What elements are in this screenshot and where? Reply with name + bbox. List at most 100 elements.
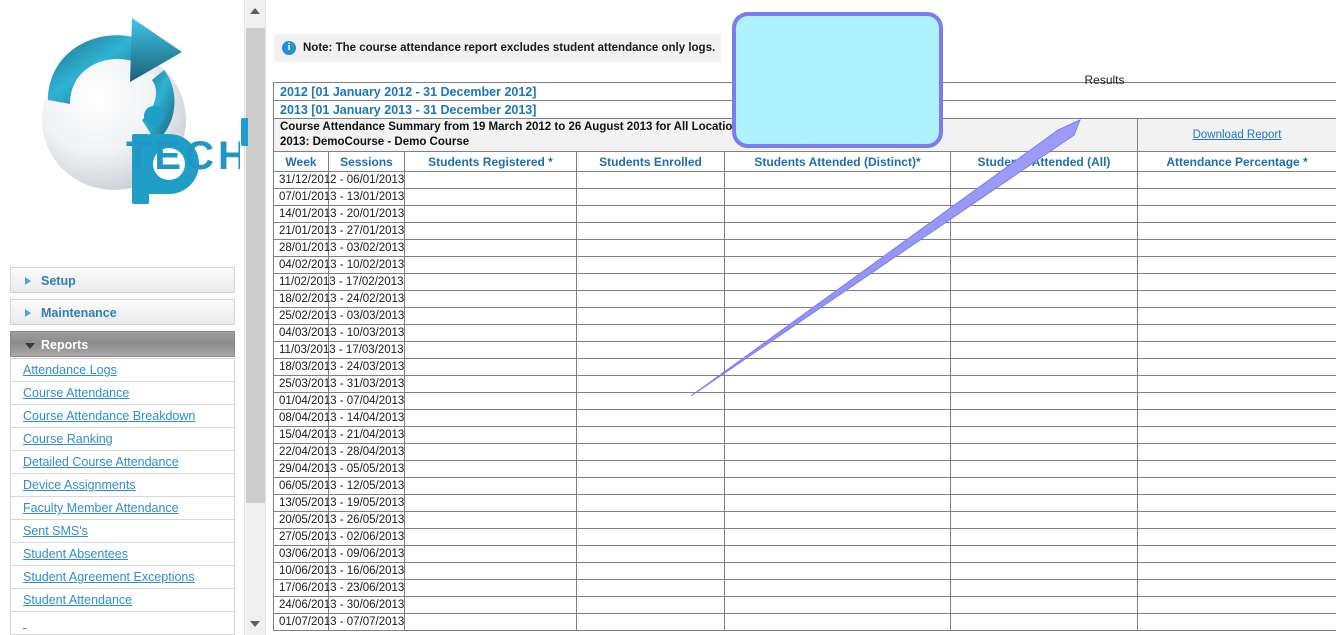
sidebar-item-partial[interactable]	[11, 612, 234, 635]
sidebar-item-student-agreement-exceptions[interactable]: Student Agreement Exceptions	[11, 566, 234, 589]
table-row[interactable]: 29/04/2013 - 05/05/2013	[273, 460, 1336, 478]
column-header-students-attended-distinct: Students Attended (Distinct)*	[724, 151, 951, 172]
cell-students-attended-all	[950, 562, 1138, 580]
cell-students-attended-distinct	[724, 273, 951, 291]
table-row[interactable]: 24/06/2013 - 30/06/2013	[273, 596, 1336, 614]
cell-students-attended-all	[950, 375, 1138, 393]
app-root: TECH Setup Maintenance Reports Attendanc…	[0, 0, 1336, 635]
cell-students-registered	[404, 562, 577, 580]
scroll-up-button[interactable]	[245, 0, 266, 22]
table-row[interactable]: 31/12/2012 - 06/01/2013	[273, 171, 1336, 189]
table-row[interactable]: 21/01/2013 - 27/01/2013	[273, 222, 1336, 240]
table-row[interactable]: 01/04/2013 - 07/04/2013	[273, 392, 1336, 410]
cell-week: 13/05/2013 - 19/05/2013	[273, 494, 404, 512]
cell-students-attended-distinct	[724, 358, 951, 376]
table-row[interactable]: 04/03/2013 - 10/03/2013	[273, 324, 1336, 342]
sidebar-item-detailed-course-attendance[interactable]: Detailed Course Attendance	[11, 451, 234, 474]
sidebar-item-course-attendance[interactable]: Course Attendance	[11, 382, 234, 405]
cell-week: 14/01/2013 - 20/01/2013	[273, 205, 404, 223]
ip-tech-logo: TECH	[14, 8, 240, 208]
cell-students-registered	[404, 477, 577, 495]
cell-students-attended-all	[950, 511, 1138, 529]
sidebar-item-attendance-logs[interactable]: Attendance Logs	[11, 359, 234, 382]
cell-students-attended-distinct	[724, 188, 951, 206]
table-row[interactable]: 10/06/2013 - 16/06/2013	[273, 562, 1336, 580]
table-row[interactable]: 14/01/2013 - 20/01/2013	[273, 205, 1336, 223]
scrollbar-thumb[interactable]	[246, 28, 265, 503]
cell-students-enrolled	[576, 273, 725, 291]
sidebar-collapse-tab[interactable]	[241, 118, 248, 146]
cell-students-registered	[404, 460, 577, 478]
cell-attendance-percentage	[1136, 392, 1336, 410]
cell-week: 18/02/2013 - 24/02/2013	[273, 290, 404, 308]
table-row[interactable]: 25/03/2013 - 31/03/2013	[273, 375, 1336, 393]
table-row[interactable]: 11/03/2013 - 17/03/2013	[273, 341, 1336, 359]
page-scrollbar[interactable]	[241, 0, 266, 635]
cell-students-registered	[404, 596, 577, 614]
cell-students-attended-all	[950, 579, 1138, 597]
table-row[interactable]: 20/05/2013 - 26/05/2013	[273, 511, 1336, 529]
year-link-2012[interactable]: 2012 [01 January 2012 - 31 December 2012…	[280, 85, 536, 99]
table-row[interactable]: 15/04/2013 - 21/04/2013	[273, 426, 1336, 444]
sidebar-section-setup[interactable]: Setup	[10, 267, 235, 293]
table-row[interactable]: 27/05/2013 - 02/06/2013	[273, 528, 1336, 546]
sidebar-item-device-assignments[interactable]: Device Assignments	[11, 474, 234, 497]
scroll-down-button[interactable]	[245, 613, 266, 635]
cell-students-registered	[404, 171, 577, 189]
table-row[interactable]: 25/02/2013 - 03/03/2013	[273, 307, 1336, 325]
sidebar-item-student-attendance[interactable]: Student Attendance	[11, 589, 234, 612]
cell-attendance-percentage	[1136, 460, 1336, 478]
cell-students-registered	[404, 545, 577, 563]
cell-students-registered	[404, 188, 577, 206]
sidebar-section-maintenance[interactable]: Maintenance	[10, 299, 235, 325]
sidebar-item-sent-sms[interactable]: Sent SMS's	[11, 520, 234, 543]
table-row[interactable]: 22/04/2013 - 28/04/2013	[273, 443, 1336, 461]
cell-students-enrolled	[576, 392, 725, 410]
cell-students-attended-distinct	[724, 409, 951, 427]
table-row[interactable]: 08/04/2013 - 14/04/2013	[273, 409, 1336, 427]
cell-week: 01/07/2013 - 07/07/2013	[273, 613, 404, 631]
table-row[interactable]: 18/02/2013 - 24/02/2013	[273, 290, 1336, 308]
cell-students-attended-all	[950, 494, 1138, 512]
cell-attendance-percentage	[1136, 426, 1336, 444]
table-row[interactable]: 18/03/2013 - 24/03/2013	[273, 358, 1336, 376]
table-row[interactable]: 13/05/2013 - 19/05/2013	[273, 494, 1336, 512]
table-row[interactable]: 06/05/2013 - 12/05/2013	[273, 477, 1336, 495]
cell-week: 04/03/2013 - 10/03/2013	[273, 324, 404, 342]
cell-students-enrolled	[576, 596, 725, 614]
table-row[interactable]: 28/01/2013 - 03/02/2013	[273, 239, 1336, 257]
cell-students-attended-all	[950, 307, 1138, 325]
callout-text: Results	[1084, 73, 1125, 87]
cell-students-attended-all	[950, 324, 1138, 342]
table-row[interactable]: 01/07/2013 - 07/07/2013	[273, 613, 1336, 631]
chevron-down-icon	[250, 621, 260, 627]
cell-students-registered	[404, 494, 577, 512]
table-row[interactable]: 04/02/2013 - 10/02/2013	[273, 256, 1336, 274]
table-row[interactable]: 17/06/2013 - 23/06/2013	[273, 579, 1336, 597]
cell-week: 11/03/2013 - 17/03/2013	[273, 341, 403, 359]
cell-attendance-percentage	[1136, 256, 1336, 274]
cell-week: 31/12/2012 - 06/01/2013	[273, 171, 404, 189]
sidebar-item-course-ranking[interactable]: Course Ranking	[11, 428, 234, 451]
cell-attendance-percentage	[1136, 443, 1336, 461]
sidebar-item-faculty-member-attendance[interactable]: Faculty Member Attendance	[11, 497, 234, 520]
sidebar-item-student-absentees[interactable]: Student Absentees	[11, 543, 234, 566]
cell-attendance-percentage	[1136, 324, 1336, 342]
cell-students-enrolled	[576, 443, 725, 461]
year-link-2013[interactable]: 2013 [01 January 2013 - 31 December 2013…	[280, 103, 536, 117]
cell-students-enrolled	[576, 613, 725, 631]
sidebar-item-course-attendance-breakdown[interactable]: Course Attendance Breakdown	[11, 405, 234, 428]
table-row[interactable]: 07/01/2013 - 13/01/2013	[273, 188, 1336, 206]
column-header-week: Week	[273, 151, 329, 172]
cell-week: 06/05/2013 - 12/05/2013	[273, 477, 404, 495]
cell-students-attended-all	[950, 528, 1138, 546]
cell-week: 25/02/2013 - 03/03/2013	[273, 307, 404, 325]
sidebar-section-reports[interactable]: Reports	[10, 331, 235, 357]
cell-students-registered	[404, 528, 577, 546]
table-row[interactable]: 11/02/2013 - 17/02/2013	[273, 273, 1336, 291]
table-row[interactable]: 03/06/2013 - 09/06/2013	[273, 545, 1336, 563]
cell-students-attended-distinct	[724, 579, 951, 597]
cell-week: 17/06/2013 - 23/06/2013	[273, 579, 404, 597]
cell-attendance-percentage	[1136, 375, 1336, 393]
cell-students-enrolled	[576, 205, 725, 223]
